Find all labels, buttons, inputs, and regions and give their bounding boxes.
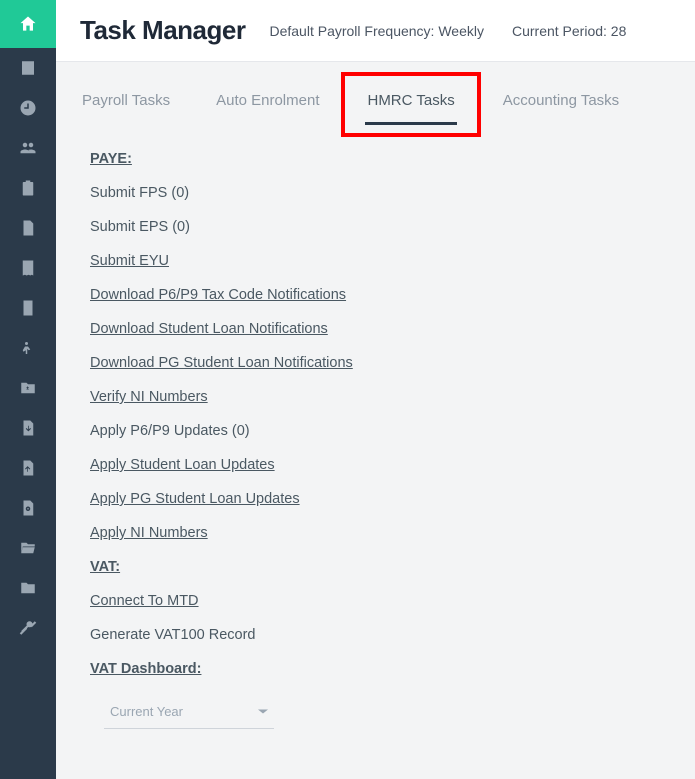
task-apply-ni[interactable]: Apply NI Numbers: [90, 525, 208, 541]
tabs: Payroll Tasks Auto Enrolment HMRC Tasks …: [80, 86, 671, 125]
tools-icon: [19, 619, 37, 637]
home-icon: [18, 14, 38, 34]
task-list: PAYE: Submit FPS (0) Submit EPS (0) Subm…: [80, 151, 671, 729]
chevron-down-icon: [258, 710, 268, 714]
clipboard-icon: [19, 179, 37, 197]
sidebar-item-clock[interactable]: [0, 88, 56, 128]
sidebar-item-folder-money[interactable]: [0, 368, 56, 408]
year-select[interactable]: Current Year: [104, 699, 274, 729]
task-apply-student-loan[interactable]: Apply Student Loan Updates: [90, 457, 275, 473]
task-download-p6p9[interactable]: Download P6/P9 Tax Code Notifications: [90, 287, 346, 303]
users-icon: [19, 139, 37, 157]
sidebar: [0, 0, 56, 779]
period-label: Current Period: 28: [512, 23, 626, 39]
tab-auto-enrolment[interactable]: Auto Enrolment: [214, 86, 321, 125]
document-icon: [19, 219, 37, 237]
page-icon: [19, 299, 37, 317]
sidebar-item-tools[interactable]: [0, 608, 56, 648]
sidebar-item-folder-open[interactable]: [0, 528, 56, 568]
task-verify-ni[interactable]: Verify NI Numbers: [90, 389, 208, 405]
content: Payroll Tasks Auto Enrolment HMRC Tasks …: [56, 62, 695, 779]
tab-hmrc-tasks[interactable]: HMRC Tasks: [365, 86, 456, 125]
task-download-student-loan[interactable]: Download Student Loan Notifications: [90, 321, 328, 337]
task-vat-dashboard-heading: VAT Dashboard:: [90, 661, 201, 677]
tab-payroll-tasks[interactable]: Payroll Tasks: [80, 86, 172, 125]
sidebar-item-person-leave[interactable]: [0, 328, 56, 368]
task-apply-pg-student-loan[interactable]: Apply PG Student Loan Updates: [90, 491, 300, 507]
person-leave-icon: [19, 339, 37, 357]
file-upload-icon: [19, 459, 37, 477]
year-select-value: Current Year: [110, 704, 183, 719]
sidebar-item-home[interactable]: [0, 0, 56, 48]
task-generate-vat100[interactable]: Generate VAT100 Record: [90, 627, 256, 643]
task-submit-fps[interactable]: Submit FPS (0): [90, 185, 189, 201]
page-title: Task Manager: [80, 15, 245, 46]
sidebar-item-document[interactable]: [0, 208, 56, 248]
file-download-icon: [19, 419, 37, 437]
folder-icon: [19, 579, 37, 597]
sidebar-item-file-download[interactable]: [0, 408, 56, 448]
main: Task Manager Default Payroll Frequency: …: [56, 0, 695, 779]
frequency-label: Default Payroll Frequency: Weekly: [269, 23, 484, 39]
tab-highlight-box: HMRC Tasks: [341, 72, 480, 137]
folder-money-icon: [19, 379, 37, 397]
task-paye-heading: PAYE:: [90, 151, 132, 167]
task-apply-p6p9[interactable]: Apply P6/P9 Updates (0): [90, 423, 250, 439]
tab-accounting-tasks[interactable]: Accounting Tasks: [501, 86, 621, 125]
topbar: Task Manager Default Payroll Frequency: …: [56, 0, 695, 62]
sidebar-item-file-settings[interactable]: [0, 488, 56, 528]
sidebar-item-receipt[interactable]: [0, 248, 56, 288]
task-download-pg-student-loan[interactable]: Download PG Student Loan Notifications: [90, 355, 353, 371]
sidebar-item-building[interactable]: [0, 48, 56, 88]
sidebar-item-users[interactable]: [0, 128, 56, 168]
folder-open-icon: [19, 539, 37, 557]
task-submit-eyu[interactable]: Submit EYU: [90, 253, 169, 269]
sidebar-item-page[interactable]: [0, 288, 56, 328]
task-submit-eps[interactable]: Submit EPS (0): [90, 219, 190, 235]
sidebar-item-folder[interactable]: [0, 568, 56, 608]
sidebar-item-file-upload[interactable]: [0, 448, 56, 488]
task-connect-mtd[interactable]: Connect To MTD: [90, 593, 199, 609]
task-vat-heading: VAT:: [90, 559, 120, 575]
building-icon: [19, 59, 37, 77]
clock-icon: [19, 99, 37, 117]
receipt-icon: [19, 259, 37, 277]
file-settings-icon: [19, 499, 37, 517]
sidebar-item-clipboard[interactable]: [0, 168, 56, 208]
